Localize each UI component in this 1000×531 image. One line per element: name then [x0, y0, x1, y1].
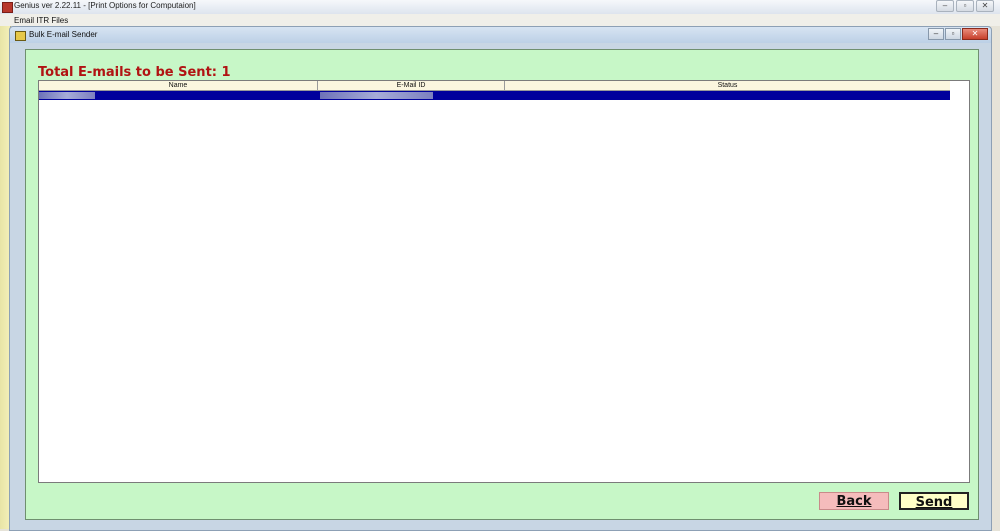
send-button[interactable]: Send — [899, 492, 969, 510]
window-title-bar: Bulk E-mail Sender – ▫ ✕ — [10, 27, 991, 43]
window-close-button[interactable]: ✕ — [962, 28, 988, 40]
cell-name — [39, 91, 318, 100]
column-header-name[interactable]: Name — [39, 81, 318, 90]
app-window-controls: – ▫ ✕ — [936, 0, 994, 12]
email-grid[interactable]: Name E-Mail ID Status — [38, 80, 970, 483]
app-logo-icon — [2, 2, 13, 13]
redacted-email — [320, 92, 433, 99]
table-row[interactable] — [39, 91, 950, 100]
app-title-bar: Genius ver 2.22.11 - [Print Options for … — [0, 0, 1000, 15]
total-emails-label: Total E-mails to be Sent: 1 — [38, 65, 231, 80]
window-minimize-button[interactable]: – — [928, 28, 944, 40]
app-close-button[interactable]: ✕ — [976, 0, 994, 12]
email-sender-form: Total E-mails to be Sent: 1 Name E-Mail … — [25, 49, 979, 520]
window-title: Bulk E-mail Sender — [29, 30, 98, 39]
column-header-email-id[interactable]: E-Mail ID — [318, 81, 505, 90]
window-controls: – ▫ ✕ — [928, 28, 988, 40]
menu-item-email-itr-files[interactable]: Email ITR Files — [14, 16, 68, 25]
envelope-icon — [15, 31, 26, 41]
bulk-email-sender-window: Bulk E-mail Sender – ▫ ✕ Total E-mails t… — [9, 26, 992, 531]
column-header-status[interactable]: Status — [505, 81, 950, 90]
menu-bar: Email ITR Files — [0, 14, 1000, 26]
window-restore-button[interactable]: ▫ — [945, 28, 961, 40]
back-button[interactable]: Back — [819, 492, 889, 510]
app-title: Genius ver 2.22.11 - [Print Options for … — [14, 1, 196, 10]
app-restore-button[interactable]: ▫ — [956, 0, 974, 12]
cell-status — [505, 91, 950, 100]
app-minimize-button[interactable]: – — [936, 0, 954, 12]
cell-email-id — [318, 91, 505, 100]
redacted-name — [39, 92, 95, 99]
grid-header: Name E-Mail ID Status — [39, 81, 950, 91]
back-button-label: Back — [836, 494, 872, 509]
send-button-label: Send — [915, 495, 953, 510]
